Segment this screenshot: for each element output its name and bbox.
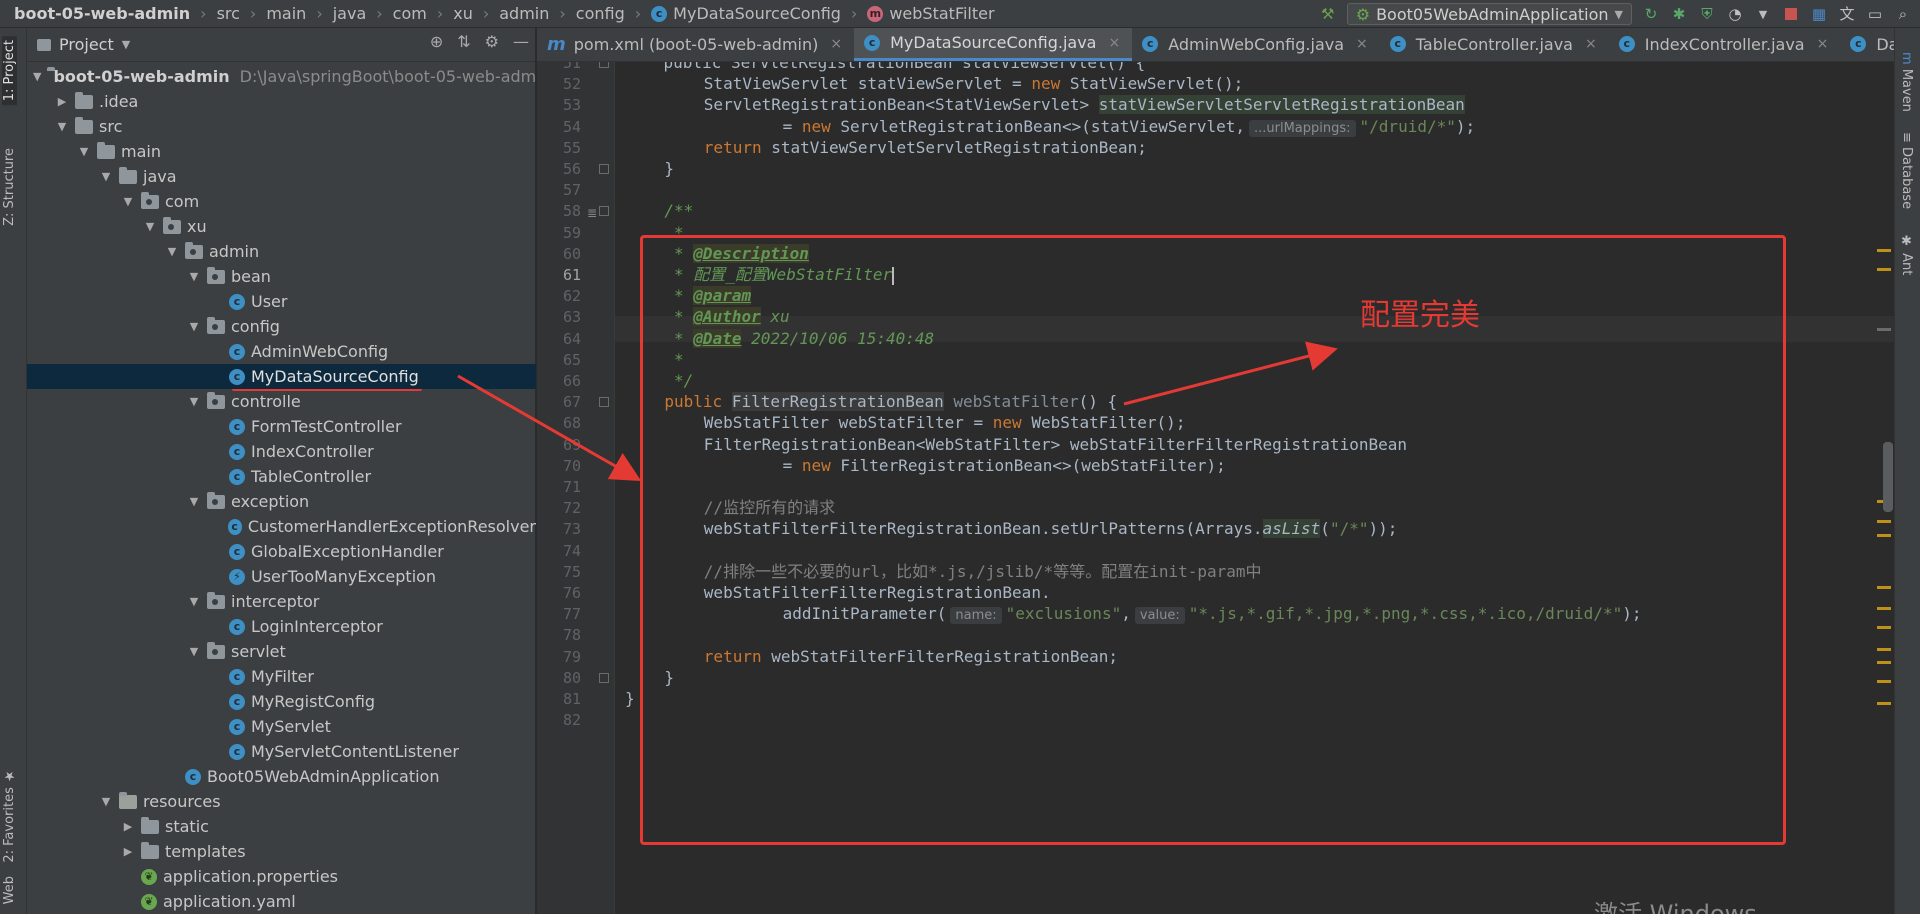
- arrow-to-code: [457, 374, 642, 481]
- arrow-to-annotation: [1123, 341, 1338, 406]
- windows-activation-watermark: 激活 Windows: [1594, 900, 1757, 914]
- annotation-arrows: [457, 341, 1338, 481]
